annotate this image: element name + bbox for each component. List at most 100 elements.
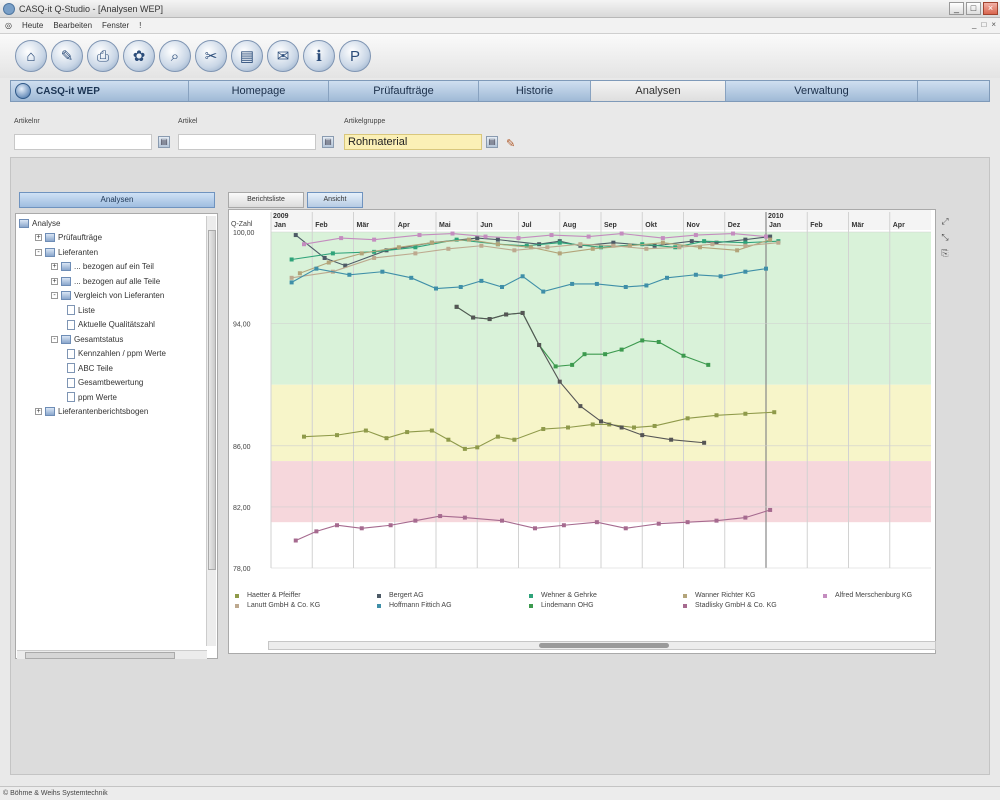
tree-item[interactable]: + ... bezogen auf alle Teile	[51, 275, 160, 287]
expand-icon[interactable]: +	[51, 277, 58, 285]
menu-heute[interactable]: Heute	[17, 21, 48, 30]
data-point	[302, 434, 306, 439]
chart-horizontal-scrollbar[interactable]	[268, 641, 936, 650]
tree-item[interactable]: ABC Teile	[67, 362, 113, 374]
data-point	[500, 518, 504, 523]
data-point	[347, 272, 352, 277]
data-point	[297, 271, 302, 276]
home-icon[interactable]: ⌂	[15, 40, 47, 72]
tree-item[interactable]: - Gesamtstatus	[51, 333, 123, 345]
clipboard-icon[interactable]: ▤	[231, 40, 263, 72]
tree-hscroll-thumb[interactable]	[25, 652, 175, 659]
tree-scroll-thumb[interactable]	[208, 230, 216, 570]
tree-item[interactable]: - Vergleich von Lieferanten	[51, 290, 164, 302]
tree-item[interactable]: + ... bezogen auf ein Teil	[51, 261, 154, 273]
minimize-button[interactable]: _	[949, 2, 964, 15]
zoom-in-icon[interactable]: ⤢	[940, 216, 950, 226]
collapse-icon[interactable]: -	[51, 335, 58, 343]
tab-verwaltung[interactable]: Verwaltung	[726, 81, 918, 101]
expand-icon[interactable]: +	[51, 263, 58, 270]
data-point	[685, 520, 690, 525]
legend-label: Lindemann OHG	[541, 602, 594, 609]
menu-bearbeiten[interactable]: Bearbeiten	[48, 21, 97, 30]
artikel-label: Artikel	[178, 118, 198, 125]
zoom-out-icon[interactable]: ⤡	[940, 232, 950, 242]
expand-icon[interactable]: +	[35, 234, 42, 241]
menu-icon[interactable]: ◎	[0, 21, 17, 30]
tab-homepage[interactable]: Homepage	[189, 81, 329, 101]
data-point	[743, 269, 748, 274]
tree-item[interactable]: ppm Werte	[67, 391, 117, 403]
tree-item[interactable]: Gesamtbewertung	[67, 377, 143, 389]
tree-item[interactable]: + Prüfaufträge	[35, 232, 102, 244]
data-point	[693, 233, 698, 238]
tree-item[interactable]: Liste	[67, 304, 95, 316]
menu-fenster[interactable]: Fenster	[97, 21, 134, 30]
artikel-picker-icon[interactable]: ▤	[322, 136, 334, 148]
tree-item[interactable]: - Lieferanten	[35, 246, 98, 258]
mdi-close-button[interactable]: ×	[991, 20, 996, 29]
tree-item[interactable]: Kennzahlen / ppm Werte	[67, 348, 166, 360]
tree-horizontal-scrollbar[interactable]	[17, 650, 207, 659]
tab-analysen[interactable]: Analysen	[591, 81, 726, 101]
legend-label: Lanutt GmbH & Co. KG	[247, 602, 321, 609]
menu-help[interactable]: !	[134, 21, 146, 30]
data-point	[590, 246, 595, 251]
artikelnr-picker-icon[interactable]: ▤	[158, 136, 170, 148]
legend-label: Wanner Richter KG	[695, 592, 756, 599]
export-icon[interactable]: ⎘	[940, 248, 950, 258]
artikel-field[interactable]	[178, 134, 316, 150]
data-point	[495, 242, 500, 247]
folder-icon	[19, 218, 29, 228]
collapse-icon[interactable]: -	[51, 292, 58, 299]
data-point	[570, 362, 575, 367]
tree-item-label: Prüfaufträge	[58, 233, 103, 242]
mail-icon[interactable]: ✉	[267, 40, 299, 72]
data-point	[566, 425, 570, 430]
artikelgruppe-picker-icon[interactable]: ▤	[486, 136, 498, 148]
maximize-button[interactable]: □	[966, 2, 981, 15]
y-tick-label: 100,00	[233, 230, 255, 237]
legend-label: Wehner & Gehrke	[541, 592, 597, 599]
tree-item[interactable]: Aktuelle Qualitätszahl	[67, 319, 155, 331]
document-icon	[67, 305, 75, 315]
mdi-minimize-button[interactable]: _	[972, 20, 976, 29]
data-point	[702, 239, 707, 244]
tree-item[interactable]: + Lieferantenberichtsbogen	[35, 406, 148, 418]
data-point	[434, 286, 438, 291]
artikelnr-field[interactable]	[14, 134, 152, 150]
tab-ansicht[interactable]: Ansicht	[307, 192, 363, 208]
tree-item-label: Vergleich von Lieferanten	[74, 291, 165, 300]
collapse-icon[interactable]: -	[35, 248, 42, 256]
data-point	[396, 245, 401, 250]
search-icon[interactable]: ⌕	[159, 40, 191, 72]
month-label: Apr	[893, 222, 905, 229]
tree-vertical-scrollbar[interactable]	[206, 216, 216, 646]
window-title: CASQ-it Q-Studio - [Analysen WEP]	[19, 3, 164, 14]
parking-icon[interactable]: P	[339, 40, 371, 72]
brand[interactable]: CASQ-it WEP	[11, 81, 189, 101]
edit-pencil-icon[interactable]: ✎	[506, 138, 518, 150]
print-icon[interactable]: ⎙	[87, 40, 119, 72]
edit-icon[interactable]: ✎	[51, 40, 83, 72]
data-point	[495, 434, 500, 439]
close-button[interactable]: ×	[983, 2, 998, 15]
mdi-restore-button[interactable]: □	[981, 20, 986, 29]
tree-item-label: Gesamtstatus	[74, 334, 124, 344]
tab-berichtsliste[interactable]: Berichtsliste	[228, 192, 304, 208]
tree-item[interactable]: Analyse	[19, 217, 60, 229]
main-navigation: CASQ-it WEP Homepage Prüfaufträge Histor…	[10, 80, 990, 102]
data-point	[644, 283, 649, 288]
delete-icon[interactable]: ✂	[195, 40, 227, 72]
info-icon[interactable]: ℹ	[303, 40, 335, 72]
month-label: Mär	[357, 222, 370, 229]
tab-historie[interactable]: Historie	[479, 81, 591, 101]
chart-scroll-thumb[interactable]	[539, 643, 669, 648]
analysen-panel-header[interactable]: Analysen	[19, 192, 215, 208]
artikelgruppe-field[interactable]: Rohmaterial	[344, 134, 482, 150]
expand-icon[interactable]: +	[35, 408, 42, 415]
data-point	[314, 529, 319, 534]
tab-pruefauftraege[interactable]: Prüfaufträge	[329, 81, 479, 101]
status-bar: © Böhme & Weihs Systemtechnik	[0, 786, 1000, 800]
refresh-icon[interactable]: ✿	[123, 40, 155, 72]
